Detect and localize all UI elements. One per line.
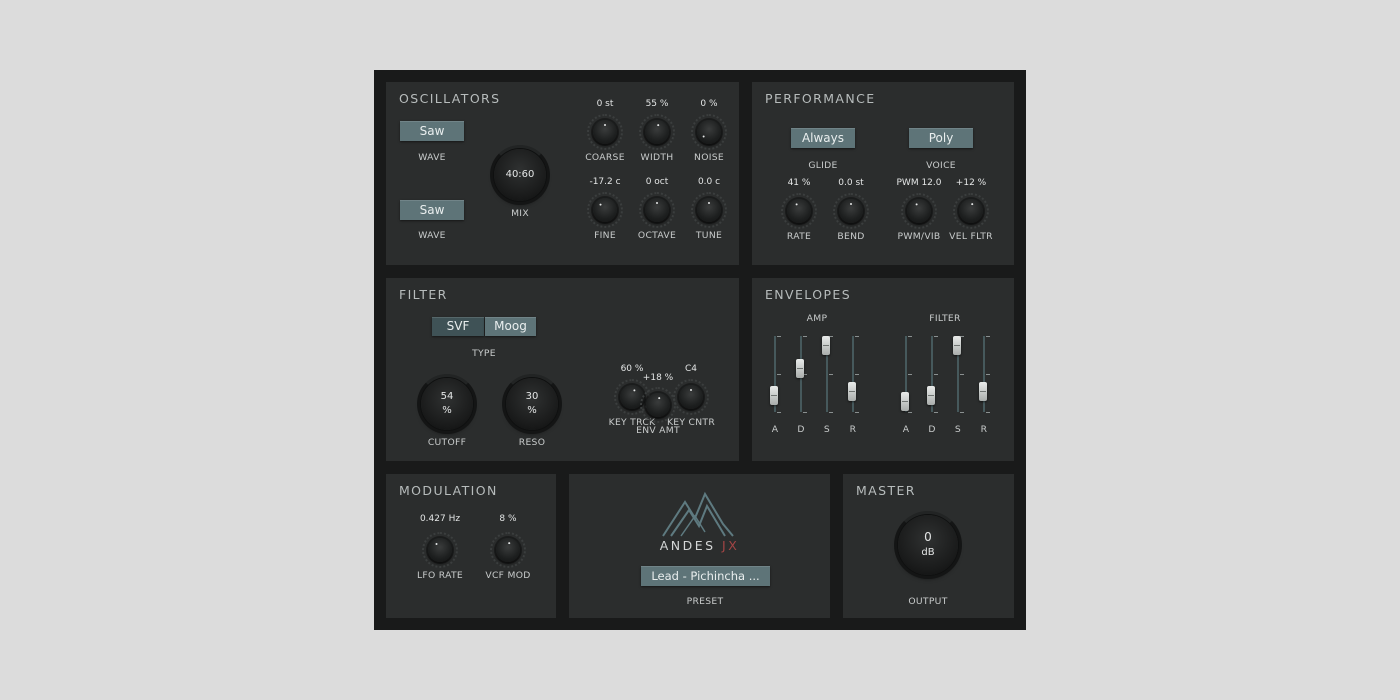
width-value: 55 % [645,99,669,109]
performance-panel: PERFORMANCE Always GLIDE Poly VOICE 41 %… [752,82,1014,265]
lfo-rate-value: 0.427 Hz [419,514,461,524]
width-label: WIDTH [640,152,674,163]
filter-s-label: S [954,424,962,435]
pwm-vib-value: PWM 12.0 [896,178,942,188]
rate-value: 41 % [787,178,811,188]
vcf-mod-label: VCF MOD [485,570,531,581]
amp-d-slider[interactable] [795,336,807,413]
preset-label: PRESET [686,596,724,607]
bend-value: 0.0 st [838,178,864,188]
noise-knob[interactable] [691,114,727,150]
perf-knob-group: 41 % RATE 0.0 st BEND PWM 12.0 PWM/VIB +12 % VE… [752,82,1014,265]
preset-selector[interactable]: Lead - Pichincha ... [641,566,770,586]
pwm-vib-label: PWM/VIB [897,231,941,242]
env-amt-value: +18 % [642,373,674,383]
env-amt-label: ENV AMT [636,425,680,436]
octave-value: 0 oct [645,177,669,187]
octave-label: OCTAVE [637,230,677,241]
amp-a-label: A [771,424,779,435]
amp-d-label: D [797,424,805,435]
master-title: MASTER [856,483,916,498]
mountain-logo-icon [662,491,734,537]
coarse-value: 0 st [596,99,614,109]
coarse-knob[interactable] [587,114,623,150]
filter-r-slider[interactable] [978,336,990,413]
output-value: 0 [924,530,932,544]
brand-suffix: JX [722,538,740,553]
preset-panel: ANDES JX Lead - Pichincha ... PRESET [569,474,830,618]
filter-r-label: R [980,424,988,435]
bend-knob[interactable] [833,193,869,229]
synth-window: OSCILLATORS Saw WAVE Saw WAVE 40:60 MIX … [374,70,1026,630]
amp-s-slider[interactable] [821,336,833,413]
filter-a-thumb[interactable] [901,391,909,411]
filter-s-thumb[interactable] [953,336,961,355]
vel-fltr-label: VEL FLTR [949,231,993,242]
brand-name: ANDES [659,538,716,553]
rate-knob[interactable] [781,193,817,229]
env-amt-knob[interactable] [640,387,676,423]
amp-r-thumb[interactable] [848,381,856,401]
amp-r-slider[interactable] [847,336,859,413]
fine-value: -17.2 c [589,177,621,187]
coarse-label: COARSE [585,152,625,163]
amp-s-thumb[interactable] [822,336,830,355]
rate-label: RATE [786,231,812,242]
env-slider-group: ADSRADSR [752,278,1014,461]
oscillators-panel: OSCILLATORS Saw WAVE Saw WAVE 40:60 MIX … [386,82,739,265]
tune-value: 0.0 c [697,177,721,187]
output-label: OUTPUT [908,596,948,607]
noise-value: 0 % [700,99,718,109]
tune-label: TUNE [695,230,723,241]
key-cntr-knob[interactable] [673,379,709,415]
pwm-vib-knob[interactable] [901,193,937,229]
brand-logo: ANDES JX [569,538,830,553]
modulation-panel: MODULATION 0.427 Hz LFO RATE 8 % VCF MOD [386,474,556,618]
output-unit: dB [921,547,935,558]
bend-label: BEND [837,231,865,242]
filter-d-label: D [928,424,936,435]
tune-knob[interactable] [691,192,727,228]
vel-fltr-knob[interactable] [953,193,989,229]
amp-d-thumb[interactable] [796,358,804,378]
width-knob[interactable] [639,114,675,150]
filter-d-thumb[interactable] [927,386,935,406]
vel-fltr-value: +12 % [955,178,987,188]
osc-knob-group: 0 st COARSE 55 % WIDTH 0 % NOISE -17.2 c FINE 0 … [386,82,739,265]
filter-d-slider[interactable] [926,336,938,413]
output-knob[interactable]: 0 dB [894,511,962,579]
filter-a-label: A [902,424,910,435]
lfo-rate-label: LFO RATE [417,570,463,581]
master-panel: MASTER 0 dB OUTPUT [843,474,1014,618]
filter-knob-group: 60 % KEY TRCK C4 KEY CNTR +18 % ENV AMT [386,278,739,461]
filter-a-slider[interactable] [900,336,912,413]
key-cntr-value: C4 [684,364,698,374]
vcf-mod-value: 8 % [499,514,517,524]
lfo-rate-knob[interactable] [422,532,458,568]
envelopes-panel: ENVELOPES AMP FILTER ADSRADSR [752,278,1014,461]
amp-a-slider[interactable] [769,336,781,413]
key-trck-value: 60 % [620,364,644,374]
octave-knob[interactable] [639,192,675,228]
mod-knob-group: 0.427 Hz LFO RATE 8 % VCF MOD [386,474,556,618]
filter-s-slider[interactable] [952,336,964,413]
filter-r-thumb[interactable] [979,381,987,401]
filter-panel: FILTER SVF Moog TYPE 54% CUTOFF 30% RESO… [386,278,739,461]
fine-knob[interactable] [587,192,623,228]
vcf-mod-knob[interactable] [490,532,526,568]
amp-s-label: S [823,424,831,435]
amp-r-label: R [849,424,857,435]
amp-a-thumb[interactable] [770,386,778,406]
fine-label: FINE [594,230,616,241]
noise-label: NOISE [694,152,724,163]
